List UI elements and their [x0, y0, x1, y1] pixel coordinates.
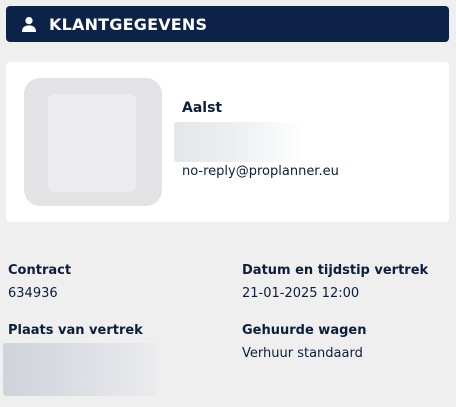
- avatar: [24, 78, 162, 206]
- rented-vehicle-label: Gehuurde wagen: [242, 323, 367, 338]
- customer-email: no-reply@proplanner.eu: [182, 164, 339, 179]
- customer-details-header: KLANTGEGEVENS: [6, 6, 449, 42]
- contract-value: 634936: [8, 286, 58, 301]
- user-icon: [19, 14, 39, 34]
- redacted-address: [174, 122, 304, 162]
- customer-name: Aalst: [182, 100, 223, 116]
- header-title: KLANTGEGEVENS: [49, 14, 208, 34]
- departure-place-label: Plaats van vertrek: [8, 323, 143, 338]
- avatar-placeholder-icon: [48, 94, 136, 192]
- rented-vehicle-value: Verhuur standaard: [242, 346, 363, 361]
- contract-label: Contract: [8, 263, 72, 278]
- departure-datetime-value: 21-01-2025 12:00: [242, 286, 360, 301]
- customer-card: Aalst no-reply@proplanner.eu: [6, 62, 449, 222]
- redacted-departure-place: [3, 343, 158, 396]
- departure-datetime-label: Datum en tijdstip vertrek: [242, 263, 429, 278]
